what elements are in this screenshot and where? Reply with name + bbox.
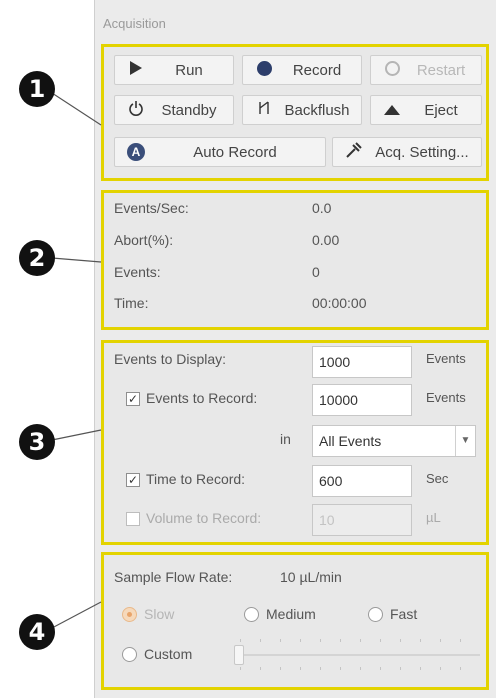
callout-number-1: 1 (19, 71, 55, 107)
events-per-sec-label: Events/Sec: (114, 200, 189, 216)
events-to-record-unit: Events (426, 390, 466, 405)
chevron-down-icon[interactable]: ▼ (455, 426, 475, 456)
run-button[interactable]: Run (114, 55, 234, 85)
abort-percent-value: 0.00 (312, 232, 340, 248)
panel-title: Acquisition (103, 16, 166, 31)
restart-button[interactable]: Restart (370, 55, 482, 85)
restart-icon (383, 60, 401, 80)
time-to-record-input[interactable]: 600 (312, 465, 412, 497)
callout-number-4: 4 (19, 614, 55, 650)
time-to-record-unit: Sec (426, 471, 449, 486)
eject-button[interactable]: Eject (370, 95, 482, 125)
restart-button-label: Restart (416, 61, 466, 79)
auto-record-icon: A (127, 143, 145, 161)
record-icon (255, 60, 273, 80)
flow-fast-radio[interactable] (368, 607, 383, 622)
record-button[interactable]: Record (242, 55, 362, 85)
settings-wrench-icon (345, 141, 363, 163)
acquisition-settings: Events to Display: 1000 Events ✓ Events … (101, 340, 489, 545)
standby-button-label: Standby (161, 101, 217, 119)
auto-record-button-label: Auto Record (193, 143, 277, 161)
acquisition-panel: Acquisition Run Record Restart Standby B… (94, 0, 496, 698)
play-icon (127, 61, 145, 79)
flow-medium-radio[interactable] (244, 607, 259, 622)
volume-to-record-checkbox[interactable] (126, 512, 140, 526)
record-button-label: Record (292, 61, 342, 79)
acq-setting-button-label: Acq. Setting... (375, 143, 469, 161)
acq-setting-button[interactable]: Acq. Setting... (332, 137, 482, 167)
flow-custom-label: Custom (144, 646, 193, 662)
flow-medium-label: Medium (266, 606, 316, 622)
flow-slow-radio[interactable] (122, 607, 137, 622)
time-value: 00:00:00 (312, 295, 367, 311)
time-to-record-label: Time to Record: (146, 471, 246, 487)
events-to-record-label: Events to Record: (146, 390, 258, 406)
callout-number-2: 2 (19, 240, 55, 276)
eject-icon (383, 102, 401, 119)
abort-percent-label: Abort(%): (114, 232, 174, 248)
power-icon (127, 100, 145, 120)
flow-custom-radio[interactable] (122, 647, 137, 662)
flow-fast-label: Fast (390, 606, 418, 622)
sample-flow-rate: Sample Flow Rate: 10 µL/min Slow Medium … (101, 552, 489, 690)
events-per-sec-value: 0.0 (312, 200, 332, 216)
events-to-record-input[interactable]: 10000 (312, 384, 412, 416)
volume-to-record-unit: µL (426, 510, 441, 525)
standby-button[interactable]: Standby (114, 95, 234, 125)
backflush-button[interactable]: Backflush (242, 95, 362, 125)
acquisition-controls: Run Record Restart Standby Backflush Eje… (101, 44, 489, 181)
flow-rate-value: 10 µL/min (280, 569, 342, 585)
acquisition-statistics: Events/Sec: 0.0 Abort(%): 0.00 Events: 0… (101, 190, 489, 330)
volume-to-record-input[interactable]: 10 (312, 504, 412, 536)
flow-slow-label: Slow (144, 606, 175, 622)
events-value: 0 (312, 264, 320, 280)
events-to-display-unit: Events (426, 351, 466, 366)
custom-flow-slider-track[interactable] (234, 654, 480, 656)
auto-record-button[interactable]: A Auto Record (114, 137, 326, 167)
events-to-display-label: Events to Display: (114, 351, 227, 367)
custom-flow-slider-thumb[interactable] (234, 645, 244, 665)
events-label: Events: (114, 264, 161, 280)
backflush-icon (255, 100, 273, 120)
backflush-button-label: Backflush (284, 101, 350, 119)
gate-select[interactable]: All Events ▼ (312, 425, 476, 457)
time-label: Time: (114, 295, 149, 311)
callout-number-3: 3 (19, 424, 55, 460)
volume-to-record-label: Volume to Record: (146, 510, 262, 526)
gate-select-value: All Events (319, 433, 382, 449)
in-label: in (280, 431, 291, 447)
events-to-display-input[interactable]: 1000 (312, 346, 412, 378)
time-to-record-checkbox[interactable]: ✓ (126, 473, 140, 487)
eject-button-label: Eject (424, 101, 458, 119)
events-to-record-checkbox[interactable]: ✓ (126, 392, 140, 406)
run-button-label: Run (175, 61, 203, 79)
flow-rate-label: Sample Flow Rate: (114, 569, 233, 585)
